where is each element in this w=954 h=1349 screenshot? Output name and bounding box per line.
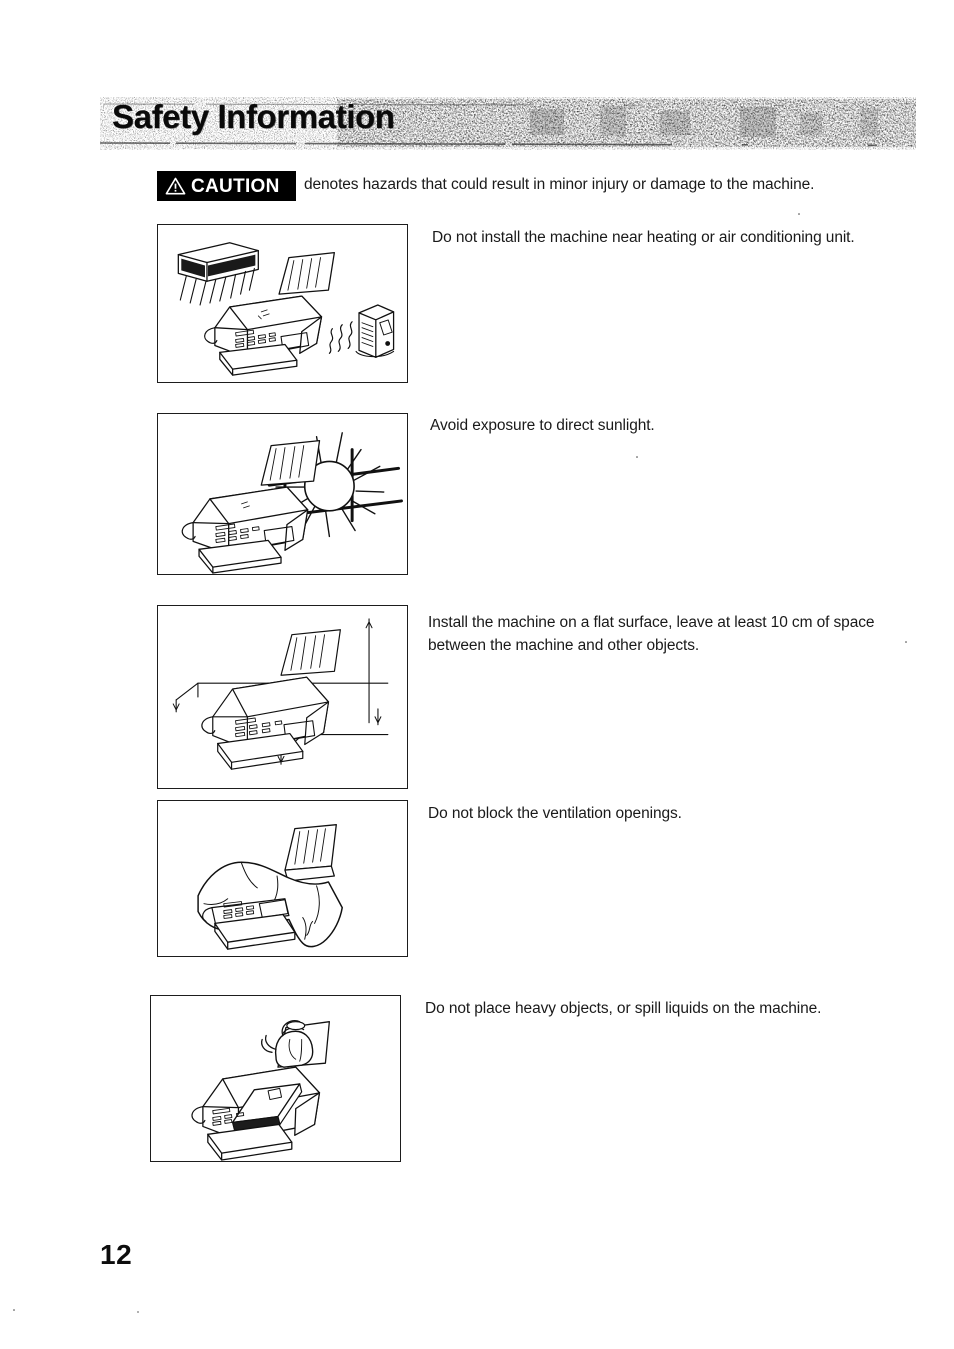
illustration-clearance-fax (172, 618, 389, 770)
scan-speck (905, 641, 907, 643)
figure-heating-air-conditioning (157, 224, 408, 383)
illustration-teapot-and-book-on-fax (191, 1020, 330, 1161)
scan-speck (798, 213, 800, 215)
instruction-text-heating-air-conditioning: Do not install the machine near heating … (432, 229, 855, 246)
illustration-sunlight-fax (181, 432, 403, 574)
instruction-text-heavy-objects-liquids: Do not place heavy objects, or spill liq… (425, 1000, 822, 1017)
illustration-cloth-covered-fax (197, 824, 343, 950)
instruction-text-ventilation-openings: Do not block the ventilation openings. (428, 805, 682, 822)
document-page: Safety Information CAUTION denotes hazar… (0, 0, 954, 1349)
figure-direct-sunlight (157, 413, 408, 575)
page-title: Safety Information (112, 98, 395, 135)
scan-speck (137, 1311, 139, 1313)
figure-ventilation-openings (157, 800, 408, 957)
figure-heavy-objects-liquids (150, 995, 401, 1162)
caution-label: CAUTION (191, 175, 280, 197)
page-header-band: Safety Information (100, 97, 916, 153)
illustration-ac-heater-fax (177, 242, 395, 376)
warning-triangle-icon (165, 177, 186, 195)
instruction-text-flat-surface-clearance: Install the machine on a flat surface, l… (428, 614, 875, 654)
page-number: 12 (100, 1239, 133, 1270)
scan-speck (13, 1309, 15, 1311)
caution-description: denotes hazards that could result in min… (304, 176, 815, 193)
caution-row: CAUTION denotes hazards that could resul… (157, 171, 917, 203)
figure-flat-surface-clearance (157, 605, 408, 789)
caution-badge: CAUTION (157, 171, 296, 201)
scan-speck (636, 456, 638, 458)
instruction-text-direct-sunlight: Avoid exposure to direct sunlight. (430, 417, 655, 434)
